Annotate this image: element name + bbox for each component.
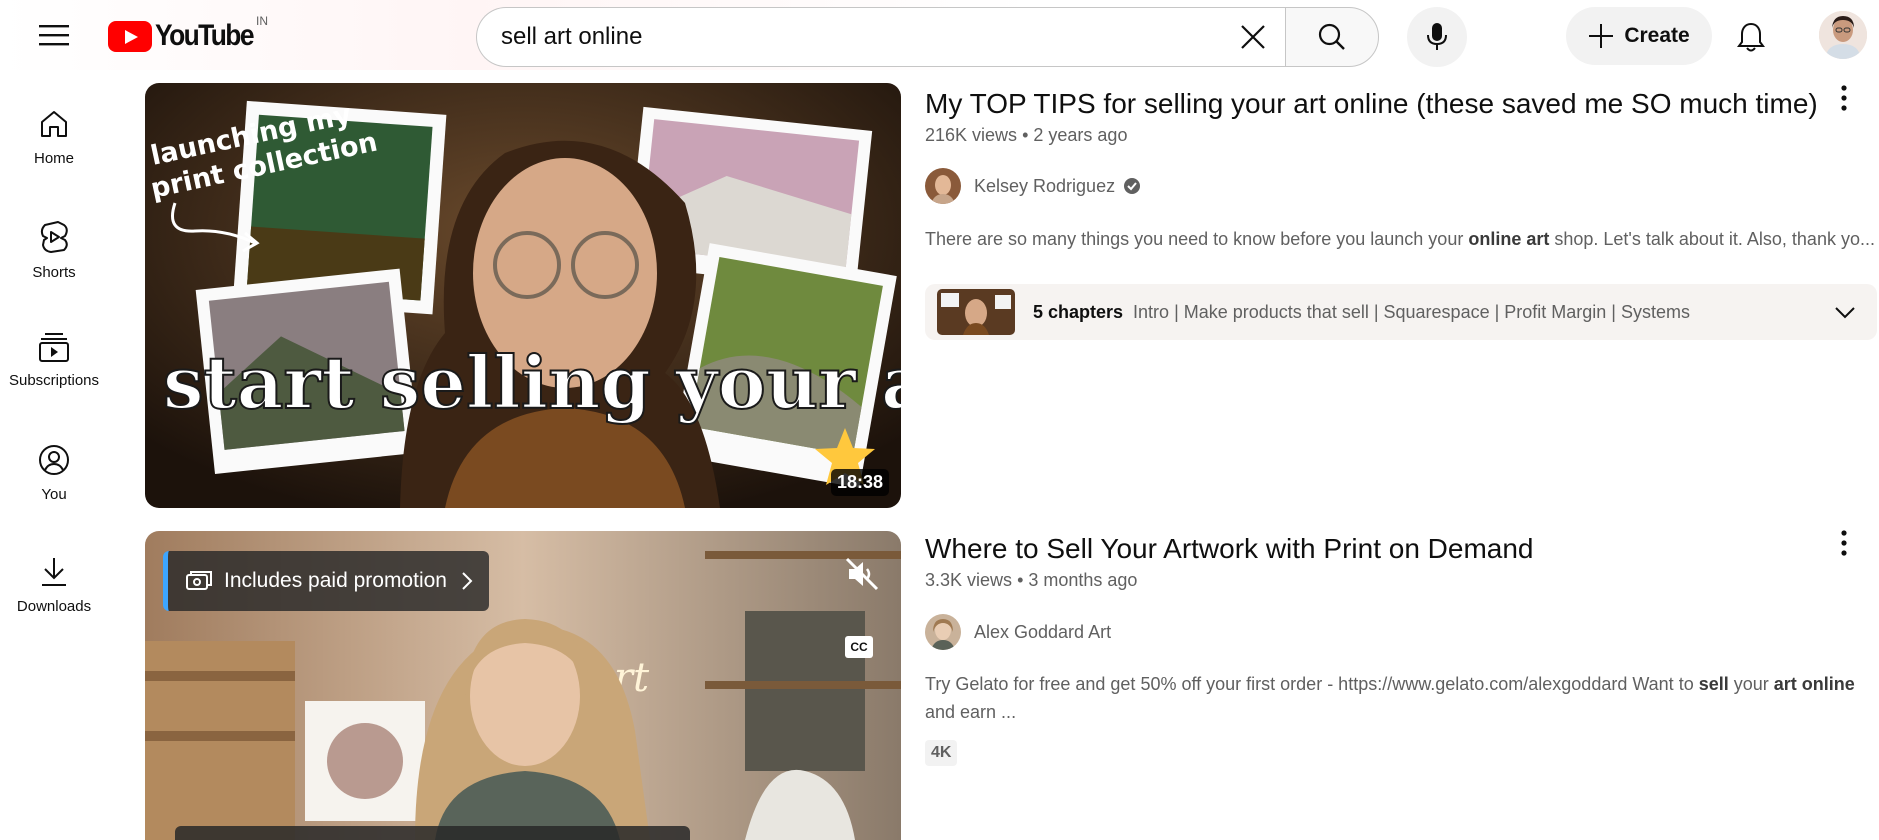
- chapter-list: Intro | Make products that sell | Square…: [1133, 301, 1690, 322]
- logo-text: YouTube: [155, 19, 255, 52]
- description-text: and earn ...: [925, 702, 1017, 722]
- create-label: Create: [1624, 24, 1690, 47]
- closed-captions-icon[interactable]: CC: [845, 636, 873, 658]
- sidebar-item-label: You: [41, 486, 67, 503]
- search-bar: [476, 7, 1379, 67]
- notifications-button[interactable]: [1726, 12, 1776, 62]
- home-icon: [41, 111, 67, 137]
- youtube-logo[interactable]: YouTube: [108, 18, 266, 54]
- menu-button[interactable]: [30, 17, 78, 53]
- video-title[interactable]: My TOP TIPS for selling your art online …: [925, 88, 1818, 120]
- bell-icon: [1737, 22, 1765, 52]
- quality-badge: 4K: [925, 740, 958, 766]
- search-icon: [1318, 23, 1345, 50]
- channel-row[interactable]: Alex Goddard Art: [925, 614, 1111, 650]
- youtube-play-icon: [108, 20, 152, 52]
- download-icon: [42, 558, 66, 586]
- view-count: 3.3K views: [925, 570, 1013, 590]
- account-avatar[interactable]: [1819, 11, 1867, 59]
- video-duration: 18:38: [830, 469, 889, 496]
- shorts-icon: [40, 221, 68, 253]
- sidebar-item-label: Subscriptions: [8, 372, 100, 389]
- verified-badge-icon: [1124, 178, 1141, 194]
- subscriptions-icon: [39, 333, 69, 362]
- search-button[interactable]: [1285, 7, 1379, 67]
- view-count: 216K views: [925, 125, 1018, 145]
- channel-avatar[interactable]: [925, 614, 961, 650]
- paid-promotion-banner[interactable]: Includes paid promotion: [163, 551, 489, 611]
- meta-separator: •: [1022, 125, 1034, 145]
- paid-promotion-label: Includes paid promotion: [224, 569, 447, 592]
- description-text: There are so many things you need to kno…: [925, 229, 1469, 249]
- more-vert-icon: [1841, 85, 1847, 111]
- channel-avatar-image: [925, 168, 961, 204]
- chapter-thumbnail-image: [937, 289, 1015, 335]
- chapter-thumbnail: [937, 289, 1015, 335]
- video-title[interactable]: Where to Sell Your Artwork with Print on…: [925, 533, 1534, 565]
- plus-icon: [1589, 24, 1614, 48]
- search-box: [476, 7, 1285, 67]
- chevron-right-icon: [462, 572, 473, 590]
- upload-age: 3 months ago: [1028, 570, 1138, 590]
- channel-name[interactable]: Kelsey Rodriguez: [974, 176, 1115, 197]
- sidebar-item-label: Downloads: [16, 598, 92, 615]
- video-thumbnail[interactable]: start selling your art! launching my pri…: [145, 83, 901, 508]
- description-text: Try Gelato for free and get 50% off your…: [925, 674, 1699, 694]
- sidebar-item-home[interactable]: Home: [0, 82, 108, 182]
- thumbnail-caption: start selling your art!: [163, 340, 901, 425]
- sidebar-item-you[interactable]: You: [0, 418, 108, 518]
- channel-row[interactable]: Kelsey Rodriguez: [925, 168, 1141, 204]
- microphone-icon: [1427, 23, 1447, 50]
- description-text: your: [1728, 674, 1774, 694]
- description-highlight: sell: [1698, 674, 1729, 694]
- close-icon: [1241, 25, 1265, 49]
- country-code: IN: [256, 14, 268, 28]
- preview-progress-bar[interactable]: [175, 826, 690, 840]
- upload-age: 2 years ago: [1033, 125, 1128, 145]
- video-metadata: 216K views • 2 years ago: [925, 125, 1127, 146]
- sidebar: Home Shorts Subscriptions You Downloads: [0, 70, 108, 840]
- more-vert-icon: [1841, 530, 1847, 556]
- meta-separator: •: [1017, 570, 1029, 590]
- sidebar-item-subscriptions[interactable]: Subscriptions: [0, 306, 108, 406]
- clear-search-button[interactable]: [1225, 9, 1281, 65]
- video-description: There are so many things you need to kno…: [925, 225, 1875, 253]
- sidebar-item-label: Home: [33, 150, 74, 167]
- more-actions-button[interactable]: [1829, 78, 1859, 118]
- create-button[interactable]: Create: [1566, 7, 1712, 65]
- thumbnail-image: start selling your art! launching my pri…: [145, 83, 901, 508]
- user-avatar-image: [1819, 11, 1867, 59]
- sidebar-item-downloads[interactable]: Downloads: [0, 530, 108, 630]
- more-actions-button[interactable]: [1829, 523, 1859, 563]
- sidebar-item-shorts[interactable]: Shorts: [0, 194, 108, 294]
- description-text: shop. Let's talk about it. Also, thank y…: [1549, 229, 1875, 249]
- chapter-count: 5 chapters: [1033, 301, 1124, 322]
- paid-promotion-icon: [186, 571, 212, 590]
- hamburger-icon: [39, 25, 69, 46]
- channel-avatar[interactable]: [925, 168, 961, 204]
- chapters-panel[interactable]: 5 chapters Intro | Make products that se…: [925, 284, 1877, 340]
- channel-avatar-image: [925, 614, 961, 650]
- description-highlight: art online: [1773, 674, 1855, 694]
- chevron-down-icon[interactable]: [1833, 300, 1857, 324]
- voice-search-button[interactable]: [1407, 7, 1467, 67]
- you-icon: [39, 445, 69, 475]
- search-input[interactable]: [501, 23, 1225, 51]
- video-thumbnail-preview[interactable]: Art Includes paid promotion CC: [145, 531, 901, 840]
- sidebar-item-label: Shorts: [32, 264, 76, 281]
- video-description: Try Gelato for free and get 50% off your…: [925, 670, 1875, 726]
- video-metadata: 3.3K views • 3 months ago: [925, 570, 1137, 591]
- channel-name[interactable]: Alex Goddard Art: [974, 622, 1111, 643]
- top-bar: YouTube IN Create: [0, 0, 1879, 70]
- youtube-app: YouTube IN Create: [0, 0, 1879, 840]
- muted-icon[interactable]: [845, 557, 879, 591]
- description-highlight: online art: [1468, 229, 1550, 249]
